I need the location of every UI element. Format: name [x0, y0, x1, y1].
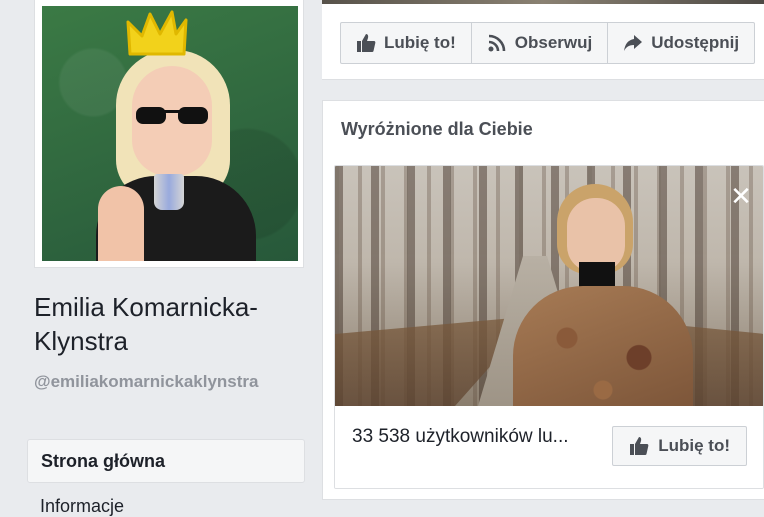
featured-like-button[interactable]: Lubię to!: [612, 426, 747, 466]
nav-item-info-label: Informacje: [40, 496, 125, 516]
share-arrow-icon: [624, 35, 643, 51]
cover-photo-edge: [322, 0, 764, 4]
thumbs-up-icon: [357, 34, 376, 52]
follow-button[interactable]: Obserwuj: [472, 23, 609, 63]
featured-title: Wyróżnione dla Ciebie: [341, 119, 533, 139]
close-icon[interactable]: ✕: [729, 183, 753, 209]
page-name[interactable]: Emilia Komarnicka-Klynstra: [34, 290, 314, 358]
like-page-label: Lubię to!: [384, 33, 456, 52]
featured-like-label: Lubię to!: [658, 436, 730, 455]
like-page-button[interactable]: Lubię to!: [341, 23, 472, 63]
crown-doodle-icon: [126, 10, 188, 56]
likes-count-text[interactable]: 33 538 użytkowników lu...: [352, 426, 569, 448]
profile-picture-frame[interactable]: [34, 0, 304, 268]
share-label: Udostępnij: [651, 33, 740, 52]
nav-item-info[interactable]: Informacje: [40, 496, 124, 517]
rss-icon: [488, 34, 506, 52]
nav-item-home-label: Strona główna: [41, 450, 166, 471]
featured-image[interactable]: ✕: [335, 166, 763, 406]
photo-arm: [98, 186, 144, 261]
nav-item-home[interactable]: Strona główna: [27, 439, 305, 483]
sunglasses-shape: [136, 107, 208, 124]
left-column: Emilia Komarnicka-Klynstra @emiliakomarn…: [0, 0, 322, 517]
thumbs-up-icon: [630, 437, 649, 455]
featured-footer: 33 538 użytkowników lu... Lubię to!: [335, 406, 763, 488]
woman-face: [567, 198, 625, 272]
page-handle[interactable]: @emiliakomarnickaklynstra: [34, 370, 314, 394]
page-actions-card: Lubię to! Obserwuj Udostępnij: [322, 0, 764, 80]
follow-label: Obserwuj: [514, 33, 593, 52]
profile-photo[interactable]: [42, 6, 298, 261]
action-bar: Lubię to! Obserwuj Udostępnij: [340, 22, 756, 64]
featured-item[interactable]: ✕ 33 538 użytkowników lu... Lubię to!: [334, 165, 764, 489]
photo-cup: [154, 174, 184, 210]
featured-card: Wyróżnione dla Ciebie ✕ 33 538 użytkowni…: [322, 100, 764, 500]
woman-coat: [513, 286, 693, 406]
share-button[interactable]: Udostępnij: [608, 23, 754, 63]
